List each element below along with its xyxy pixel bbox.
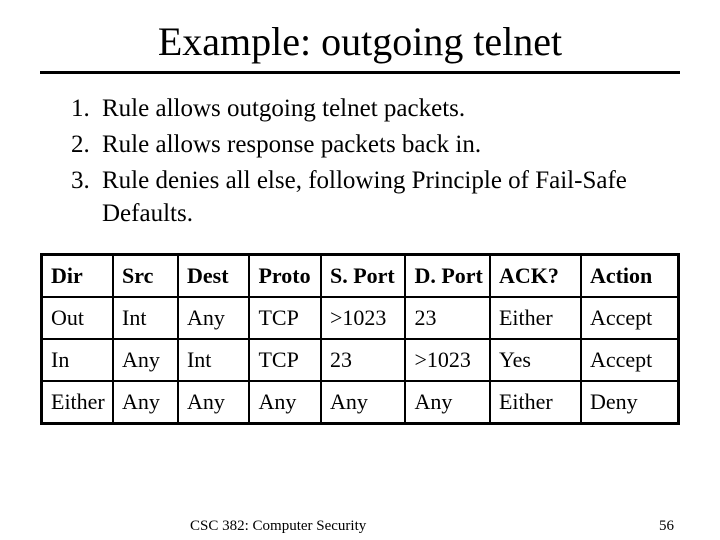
cell: Deny xyxy=(581,381,679,424)
footer-course: CSC 382: Computer Security xyxy=(190,518,366,535)
cell: Any xyxy=(113,381,178,424)
col-header-ack: ACK? xyxy=(490,255,581,298)
cell: In xyxy=(42,339,114,381)
cell: 23 xyxy=(321,339,405,381)
col-header-proto: Proto xyxy=(249,255,321,298)
table-row: Either Any Any Any Any Any Either Deny xyxy=(42,381,679,424)
col-header-dir: Dir xyxy=(42,255,114,298)
col-header-dest: Dest xyxy=(178,255,250,298)
cell: Accept xyxy=(581,297,679,339)
cell: Any xyxy=(178,381,250,424)
cell: Either xyxy=(42,381,114,424)
col-header-sport: S. Port xyxy=(321,255,405,298)
cell: Yes xyxy=(490,339,581,381)
rule-list: Rule allows outgoing telnet packets. Rul… xyxy=(40,92,680,231)
cell: >1023 xyxy=(321,297,405,339)
cell: Any xyxy=(405,381,489,424)
cell: Out xyxy=(42,297,114,339)
table-row: In Any Int TCP 23 >1023 Yes Accept xyxy=(42,339,679,381)
cell: Any xyxy=(113,339,178,381)
cell: TCP xyxy=(249,297,321,339)
title-underline xyxy=(40,71,680,74)
list-item: Rule allows response packets back in. xyxy=(96,128,680,162)
cell: Any xyxy=(178,297,250,339)
footer-page-number: 56 xyxy=(659,518,674,535)
firewall-rules-table: Dir Src Dest Proto S. Port D. Port ACK? … xyxy=(40,253,680,425)
table-row: Out Int Any TCP >1023 23 Either Accept xyxy=(42,297,679,339)
cell: Any xyxy=(249,381,321,424)
cell: Int xyxy=(113,297,178,339)
col-header-dport: D. Port xyxy=(405,255,489,298)
cell: Either xyxy=(490,297,581,339)
table-header-row: Dir Src Dest Proto S. Port D. Port ACK? … xyxy=(42,255,679,298)
cell: TCP xyxy=(249,339,321,381)
col-header-action: Action xyxy=(581,255,679,298)
slide: Example: outgoing telnet Rule allows out… xyxy=(0,0,720,540)
list-item: Rule denies all else, following Principl… xyxy=(96,164,680,232)
cell: Any xyxy=(321,381,405,424)
cell: Accept xyxy=(581,339,679,381)
cell: Int xyxy=(178,339,250,381)
cell: 23 xyxy=(405,297,489,339)
col-header-src: Src xyxy=(113,255,178,298)
cell: Either xyxy=(490,381,581,424)
cell: >1023 xyxy=(405,339,489,381)
list-item: Rule allows outgoing telnet packets. xyxy=(96,92,680,126)
slide-title: Example: outgoing telnet xyxy=(40,18,680,65)
